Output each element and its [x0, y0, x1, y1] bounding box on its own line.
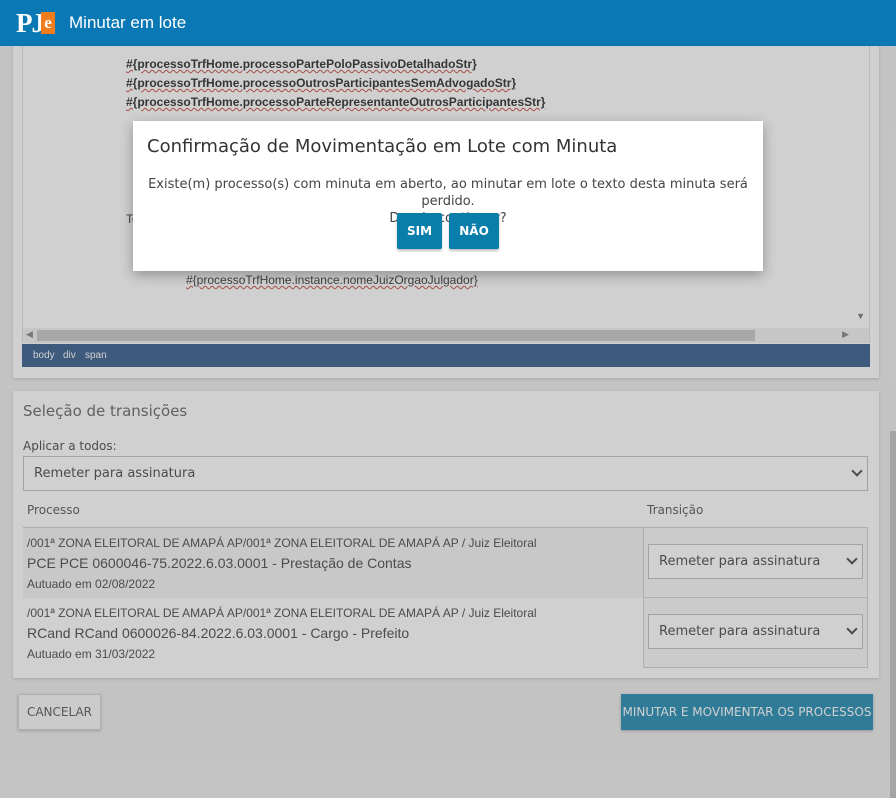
top-bar: PJ e Minutar em lote	[0, 0, 896, 46]
no-button[interactable]: NÃO	[449, 213, 499, 249]
dialog-message: Existe(m) processo(s) com minuta em aber…	[133, 176, 763, 227]
dialog-question: Deseja continuar?	[389, 211, 507, 226]
yes-button[interactable]: SIM	[397, 213, 442, 249]
logo-text: PJ	[16, 8, 45, 38]
confirmation-dialog: Confirmação de Movimentação em Lote com …	[133, 121, 763, 271]
logo-accent: e	[41, 12, 55, 34]
page-title: Minutar em lote	[69, 13, 187, 32]
pje-logo: PJ e	[16, 8, 56, 40]
dialog-title: Confirmação de Movimentação em Lote com …	[147, 136, 618, 157]
dialog-message-line: Existe(m) processo(s) com minuta em aber…	[148, 177, 748, 209]
